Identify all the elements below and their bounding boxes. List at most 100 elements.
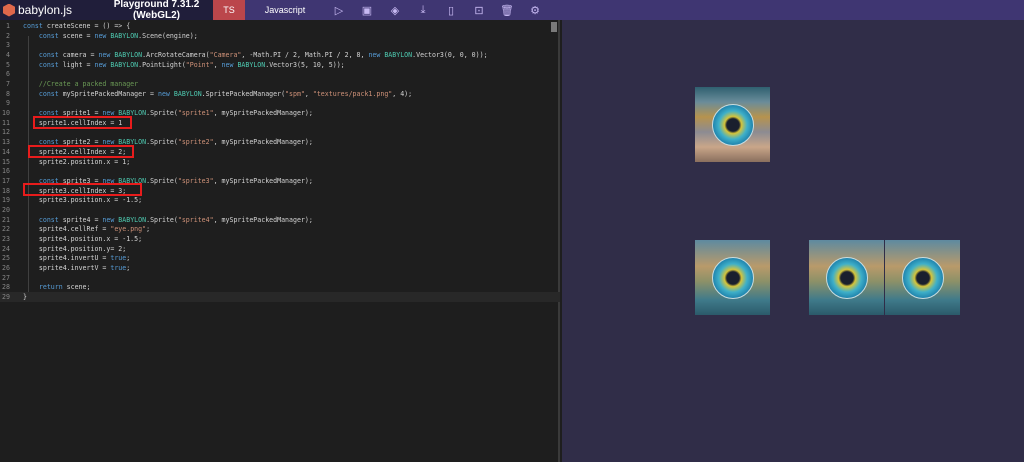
download-icon[interactable]: ⤓ [409,4,437,17]
code-token: .PointLight( [138,60,186,69]
line-number: 29 [2,293,10,302]
code-line[interactable]: 5 const light = new BABYLON.PointLight("… [0,60,560,70]
code-line[interactable]: 23 sprite4.position.x = -1.5; [0,234,560,244]
line-number: 28 [2,283,10,292]
code-token: "Camera" [209,51,242,60]
eye-image [902,257,944,299]
code-line[interactable]: 29} [0,292,560,303]
code-line[interactable]: 10 const sprite1 = new BABYLON.Sprite("s… [0,108,560,118]
code-token: .Sprite( [146,138,178,147]
code-token: sprite1 = [62,109,103,118]
version-label: Playground 7.31.2 (WebGL2) [113,0,200,21]
line-number: 24 [2,244,10,253]
tab-typescript[interactable]: TS [213,0,245,20]
sprite3 [695,240,770,315]
logo-text: babylon.js [18,3,73,17]
code-line[interactable]: 3 [0,40,560,50]
code-token: "sprite4" [177,215,214,224]
tab-javascript[interactable]: Javascript [245,5,325,15]
code-text: sprite2.position.x = 1; [23,157,130,167]
eye-image [826,257,868,299]
code-line[interactable]: 1 const createScene = () => { [0,21,560,31]
line-number: 22 [2,225,10,234]
render-canvas[interactable] [562,20,1024,462]
code-line[interactable]: 11 sprite1.cellIndex = 1 [0,118,560,128]
code-line[interactable]: 17 const sprite3 = new BABYLON.Sprite("s… [0,176,560,186]
code-line[interactable]: 22 sprite4.cellRef = "eye.png"; [0,224,560,234]
code-line[interactable]: 9 [0,98,560,108]
code-line[interactable]: 20 [0,205,560,215]
code-line[interactable]: 21 const sprite4 = new BABYLON.Sprite("s… [0,215,560,225]
line-number: 11 [2,118,10,127]
code-token: "sprite1" [177,109,214,118]
code-token: ; [146,225,151,234]
code-token: true [110,264,127,272]
code-line[interactable]: 14 sprite2.cellIndex = 2; [0,147,560,157]
code-token: BABYLON [114,51,143,60]
code-token: new [368,51,385,60]
code-text: sprite4.invertV = true; [23,263,130,273]
code-line[interactable]: 26 sprite4.invertV = true; [0,263,560,273]
code-line[interactable]: 18 sprite3.cellIndex = 3; [0,186,560,196]
code-token: sprite4.cellRef = [23,225,111,234]
inspector-icon[interactable]: ◈ [381,4,409,17]
code-editor[interactable]: 1 const createScene = () => {2 const scen… [0,20,560,462]
code-token: , 4); [392,89,413,98]
code-token: .Sprite( [146,176,178,185]
new-file-icon[interactable]: ▯ [437,4,465,17]
code-token: BABYLON [118,215,147,224]
code-token: , [304,89,313,98]
code-text: sprite2.cellIndex = 2; [23,147,126,157]
code-line[interactable]: 15 sprite2.position.x = 1; [0,157,560,167]
code-line[interactable]: 28 return scene; [0,282,560,292]
line-number: 18 [2,186,10,195]
play-icon[interactable]: ▷ [325,4,353,17]
code-token: true [110,254,127,263]
code-token: ; [126,264,131,272]
code-line[interactable]: 24 sprite4.position.y= 2; [0,244,560,254]
babylon-logo[interactable]: babylon.js [0,3,100,17]
code-line[interactable]: 16 [0,166,560,176]
code-line[interactable]: 6 [0,69,560,79]
code-token: "Point" [185,60,214,69]
code-line[interactable]: 25 sprite4.invertU = true; [0,253,560,263]
code-token: ; [126,254,131,263]
code-token: BABYLON [118,138,147,147]
code-text: const createScene = () => { [23,21,130,31]
code-token: sprite2 = [62,138,103,147]
code-token: "textures/pack1.png" [312,89,393,98]
code-line[interactable]: 4 const camera = new BABYLON.ArcRotateCa… [0,50,560,60]
code-text: sprite4.position.y= 2; [23,244,126,254]
code-text: const mySpritePackedManager = new BABYLO… [23,89,412,99]
line-number: 6 [6,70,10,79]
code-token: sprite4.position.x = -1.5; [23,234,143,243]
code-line[interactable]: 8 const mySpritePackedManager = new BABY… [0,89,560,99]
code-line[interactable]: 19 sprite3.position.x = -1.5; [0,195,560,205]
code-token: "eye.png" [110,225,147,234]
top-toolbar: babylon.js Playground 7.31.2 (WebGL2) TS… [0,0,1024,21]
code-token: new [94,60,111,69]
settings-icon[interactable]: ⚙ [521,4,549,17]
code-line[interactable]: 13 const sprite2 = new BABYLON.Sprite("s… [0,137,560,147]
code-token: sprite3.position.x = -1.5; [23,196,143,205]
code-icon[interactable]: ⊡ [465,4,493,17]
delete-icon[interactable]: 🗑 [493,4,521,17]
line-number: 8 [6,89,10,98]
code-token: .Vector3(5, 10, 5)); [265,60,345,69]
code-token: BABYLON [118,176,147,185]
code-text: return scene; [23,282,91,292]
code-line[interactable]: 2 const scene = new BABYLON.Scene(engine… [0,31,560,41]
code-token: const [23,176,63,185]
code-token: sprite4.invertV = [23,264,111,272]
code-token: const [23,51,63,60]
save-icon[interactable]: ▣ [353,4,381,17]
code-line[interactable]: 27 [0,273,560,283]
code-line[interactable]: 12 [0,127,560,137]
code-token: new [98,51,115,60]
code-token: new [157,89,174,98]
code-text: } [23,292,27,302]
code-line[interactable]: 7 //Create a packed manager [0,79,560,89]
line-number: 15 [2,157,10,166]
code-token: , mySpritePackedManager); [213,138,313,147]
code-text: const light = new BABYLON.PointLight("Po… [23,60,345,70]
